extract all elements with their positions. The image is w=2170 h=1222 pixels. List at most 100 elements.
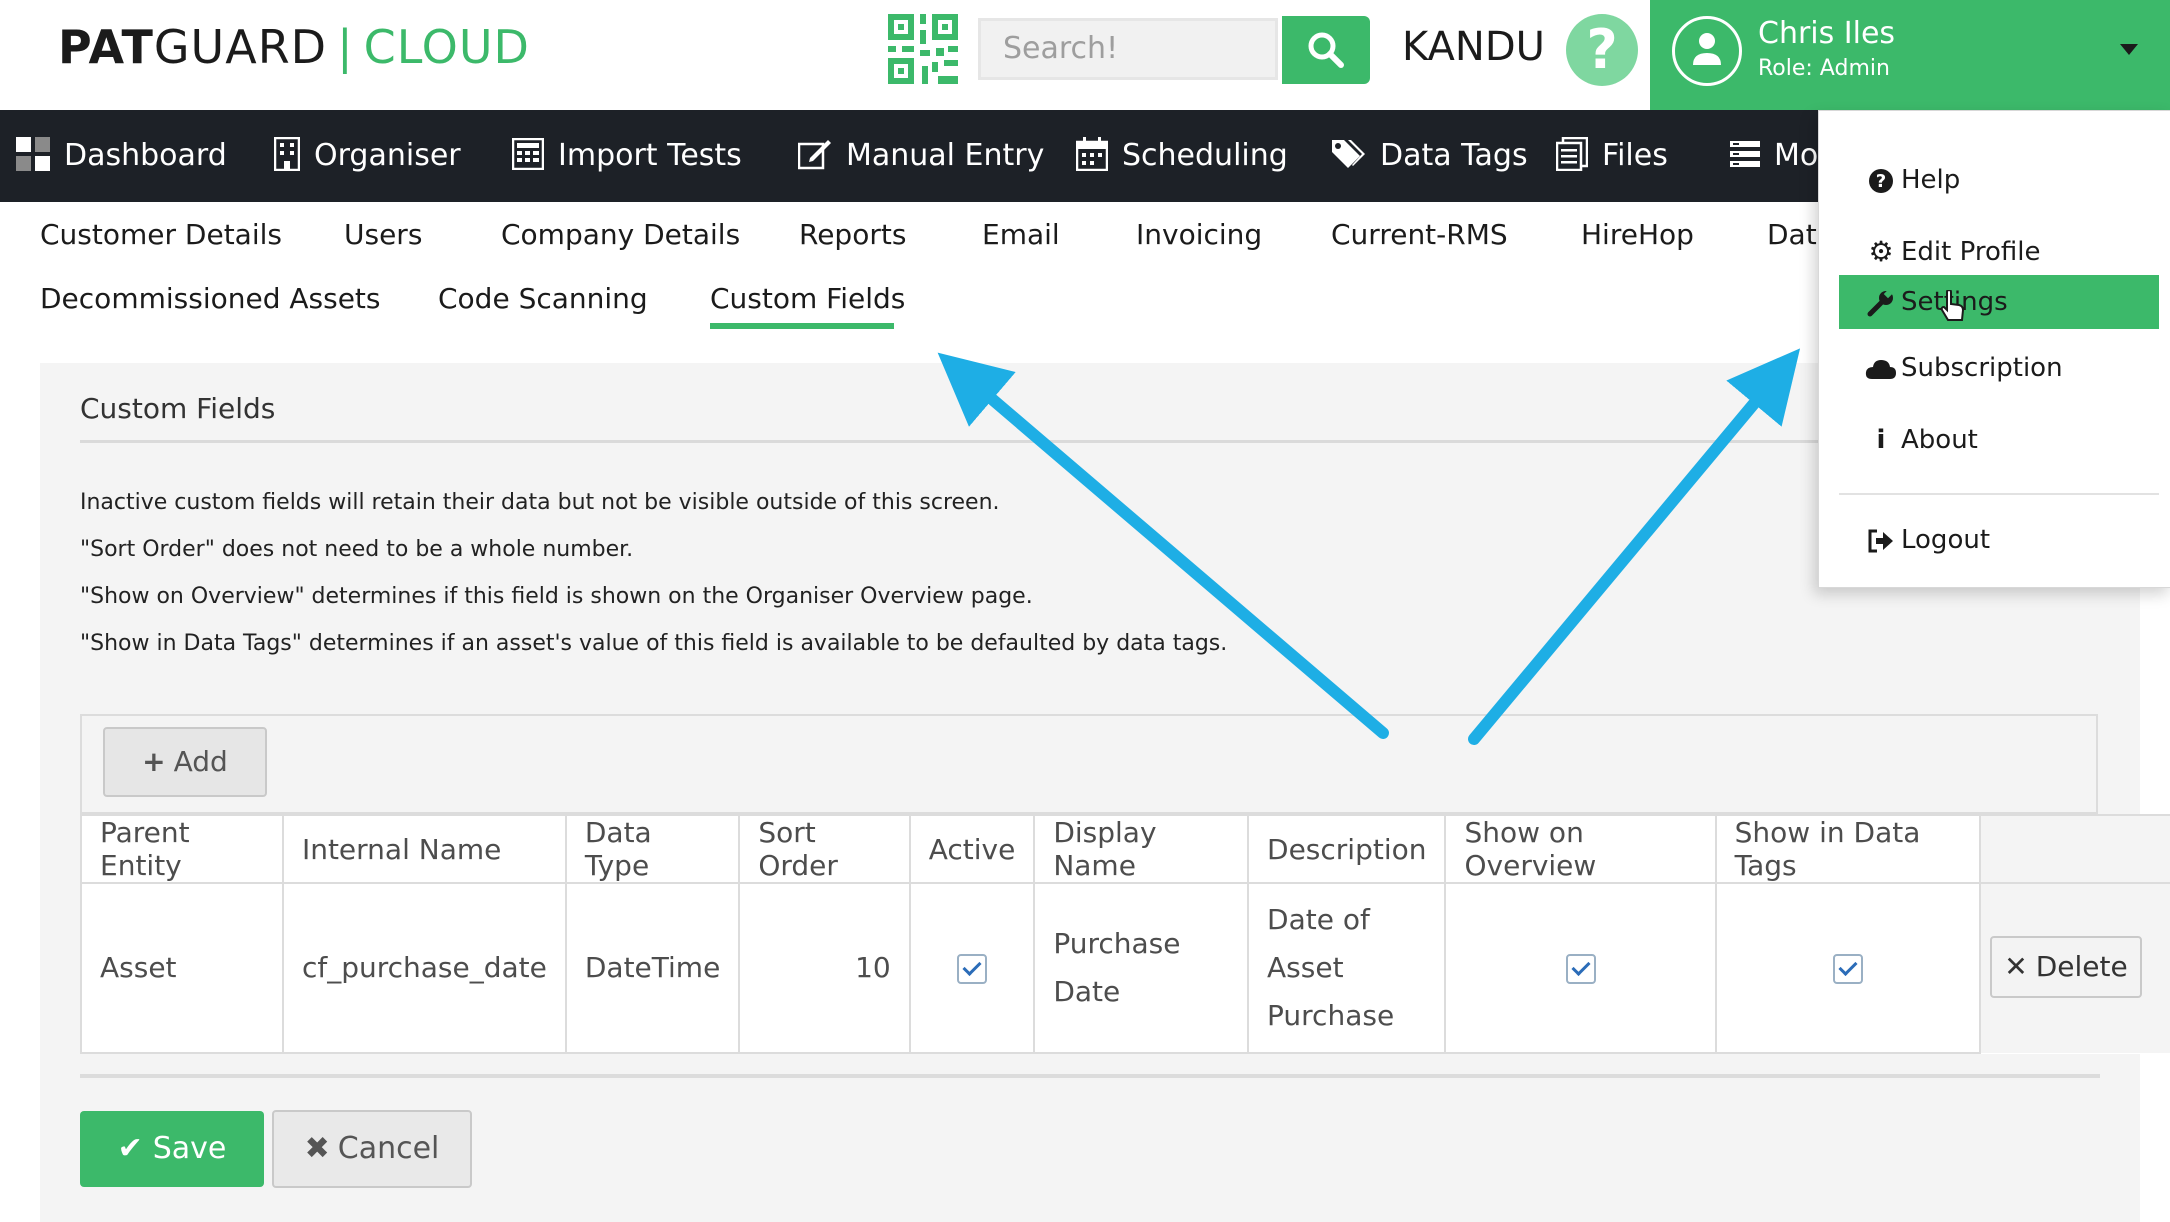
more-icon [1730,140,1760,167]
tab-decommissioned-assets[interactable]: Decommissioned Assets [40,282,381,315]
search-icon [1308,32,1344,68]
tab-custom-fields[interactable]: Custom Fields [710,282,905,315]
dropdown-item-about[interactable]: i About [1839,413,2159,467]
cell-data-type[interactable]: DateTime [564,882,741,1054]
tags-icon [1332,139,1365,168]
tab-code-scanning[interactable]: Code Scanning [438,282,648,315]
qr-code-icon[interactable] [888,14,958,84]
dropdown-label-edit-profile: Edit Profile [1901,237,2041,267]
cell-description[interactable]: Date of Asset Purchase [1247,882,1447,1054]
tab-reports[interactable]: Reports [799,218,906,251]
dropdown-item-subscription[interactable]: Subscription [1839,341,2159,395]
dropdown-label-help: Help [1901,165,1961,195]
user-menu-toggle[interactable]: Chris Iles Role: Admin [1650,0,2170,110]
cancel-label: Cancel [337,1131,440,1166]
dropdown-divider [1839,493,2159,495]
edit-icon [798,139,831,169]
note-sort-order: "Sort Order" does not need to be a whole… [80,537,634,562]
nav-label-scheduling: Scheduling [1122,138,1288,173]
calculator-icon [512,137,544,170]
col-show-in-data-tags[interactable]: Show in Data Tags [1714,814,1982,884]
tab-email[interactable]: Email [982,218,1060,251]
gear-icon: ⚙ [1868,235,1894,268]
nav-label-organiser: Organiser [314,138,461,173]
patguard-logo[interactable]: PATGUARD | CLOUD [58,20,530,74]
cell-sort-order[interactable]: 10 [738,882,911,1054]
dropdown-label-logout: Logout [1901,525,1991,555]
nav-item-organiser[interactable]: Organiser [274,110,461,202]
logo-cloud: CLOUD [363,20,530,74]
delete-label: Delete [2035,950,2128,983]
nav-item-dashboard[interactable]: Dashboard [16,110,227,202]
nav-label-import-tests: Import Tests [558,138,742,173]
tab-users[interactable]: Users [344,218,422,251]
nav-item-data-tags[interactable]: Data Tags [1330,110,1528,202]
help-icon[interactable]: ? [1566,14,1638,86]
nav-item-manual-entry[interactable]: Manual Entry [798,110,1044,202]
col-description[interactable]: Description [1247,814,1447,884]
tab-hirehop[interactable]: HireHop [1581,218,1694,251]
nav-label-dashboard: Dashboard [64,138,227,173]
panel-title: Custom Fields [80,392,276,425]
show-on-overview-checkbox[interactable] [1565,954,1596,984]
panel-divider [80,440,2100,443]
col-parent-entity[interactable]: Parent Entity [80,814,284,884]
question-circle-icon: ? [1863,153,1899,207]
svg-text:?: ? [1876,171,1886,192]
active-tab-indicator [710,323,894,329]
note-inactive-fields: Inactive custom fields will retain their… [80,490,1000,515]
cancel-button[interactable]: ✖ Cancel [272,1110,472,1188]
dropdown-item-edit-profile[interactable]: ⚙ Edit Profile [1839,225,2159,279]
delete-button[interactable]: ✕ Delete [1990,936,2142,998]
tab-customer-details[interactable]: Customer Details [40,218,282,251]
note-show-in-data-tags: "Show in Data Tags" determines if an ass… [80,631,1228,656]
cloud-icon [1863,341,1899,395]
col-active[interactable]: Active [908,814,1036,884]
tab-current-rms[interactable]: Current-RMS [1331,218,1508,251]
nav-item-scheduling[interactable]: Scheduling [1076,110,1288,202]
tab-invoicing[interactable]: Invoicing [1136,218,1262,251]
col-sort-order[interactable]: Sort Order [738,814,911,884]
cell-parent-entity[interactable]: Asset [80,882,284,1054]
user-icon [1693,33,1721,65]
tab-company-details[interactable]: Company Details [501,218,740,251]
calendar-icon [1076,136,1108,171]
custom-fields-table: Parent Entity Internal Name Data Type So… [80,814,2170,1054]
table-toolbar [80,714,2098,814]
company-name: KANDU [1402,24,1545,70]
dropdown-item-help[interactable]: ? Help [1839,153,2159,207]
cell-internal-name[interactable]: cf_purchase_date [281,882,567,1054]
nav-label-data-tags: Data Tags [1380,138,1528,173]
save-button[interactable]: ✔ Save [80,1111,264,1187]
logo-bold: PAT [58,20,154,74]
logo-separator: | [337,20,354,74]
col-actions [1980,814,2170,884]
col-show-on-overview[interactable]: Show on Overview [1444,814,1717,884]
nav-item-import-tests[interactable]: Import Tests [512,110,742,202]
wrench-icon [1863,275,1899,329]
cell-active [908,882,1036,1054]
logo-rest: GUARD [153,20,328,74]
user-role: Role: Admin [1758,56,1890,81]
nav-item-files[interactable]: Files [1556,110,1668,202]
user-name: Chris Iles [1758,16,1896,51]
cell-display-name[interactable]: Purchase Date [1033,882,1250,1054]
add-label: Add [173,745,228,778]
nav-item-more[interactable]: Mor [1730,110,1831,202]
table-header-row: Parent Entity Internal Name Data Type So… [80,814,2170,884]
avatar [1672,16,1742,86]
dropdown-label-about: About [1901,425,1978,455]
dropdown-item-logout[interactable]: Logout [1839,513,2159,567]
table-row: Asset cf_purchase_date DateTime 10 Purch… [80,882,2170,1054]
col-internal-name[interactable]: Internal Name [281,814,567,884]
show-in-data-tags-checkbox[interactable] [1832,954,1863,984]
nav-label-files: Files [1602,138,1668,173]
search-button[interactable] [1282,16,1370,84]
active-checkbox[interactable] [957,954,988,984]
files-icon [1556,136,1588,171]
dropdown-item-settings[interactable]: Settings [1839,275,2159,329]
add-button[interactable]: + Add [103,727,267,797]
search-input[interactable]: Search! [978,18,1278,80]
col-display-name[interactable]: Display Name [1033,814,1250,884]
col-data-type[interactable]: Data Type [564,814,741,884]
